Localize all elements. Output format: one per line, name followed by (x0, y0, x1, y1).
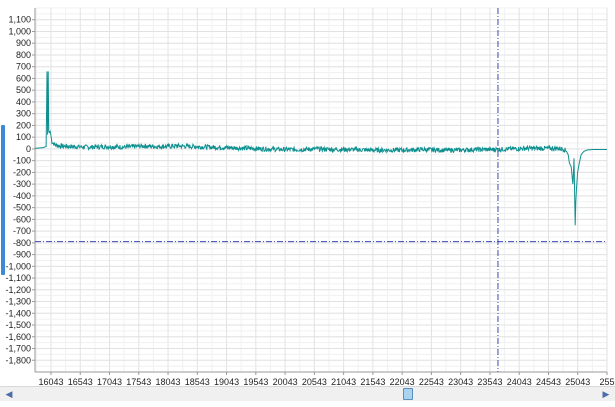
y-tick-label: 600 (16, 73, 31, 83)
y-tick-label: -1,400 (5, 308, 31, 318)
y-tick-label: -900 (13, 250, 31, 260)
scroll-right-icon[interactable]: ▶ (599, 387, 613, 401)
y-axis-scroll-indicator[interactable] (1, 125, 5, 275)
y-tick-label: -300 (13, 179, 31, 189)
y-tick-label: -1,700 (5, 344, 31, 354)
chart-area: 1,100 1,000 900 800 700 600 500 400 300 200 100 0 -1… (0, 0, 615, 402)
y-tick-label: 200 (16, 120, 31, 130)
scroll-left-icon[interactable]: ◀ (2, 387, 16, 401)
y-tick-label: -700 (13, 226, 31, 236)
y-tick-label: 100 (16, 132, 31, 142)
y-tick-label: -1,300 (5, 297, 31, 307)
y-tick-label: 800 (16, 50, 31, 60)
y-tick-label: -100 (13, 156, 31, 166)
y-tick-label: 1,000 (8, 26, 31, 36)
y-tick-label: 1,100 (8, 15, 31, 25)
y-tick-label: 0 (26, 144, 31, 154)
y-tick-label: -1,600 (5, 332, 31, 342)
y-tick-label: -1,500 (5, 320, 31, 330)
horizontal-scrollbar[interactable]: ◀ ▶ (0, 386, 615, 401)
y-tick-label: -600 (13, 214, 31, 224)
y-tick-label: -200 (13, 167, 31, 177)
scroll-thumb[interactable] (403, 388, 413, 400)
chart-svg[interactable]: 1,1001,0009008007006005004003002001000-1… (0, 0, 615, 402)
y-tick-label: -400 (13, 191, 31, 201)
y-tick-label: 500 (16, 85, 31, 95)
y-tick-label: 400 (16, 97, 31, 107)
y-tick-label: -1,800 (5, 355, 31, 365)
y-tick-label: 300 (16, 109, 31, 119)
y-tick-label: 700 (16, 62, 31, 72)
y-tick-label: -500 (13, 203, 31, 213)
y-tick-label: -1,200 (5, 285, 31, 295)
y-tick-label: -800 (13, 238, 31, 248)
y-tick-label: -1,000 (5, 261, 31, 271)
y-tick-label: 900 (16, 38, 31, 48)
y-tick-label: -1,100 (5, 273, 31, 283)
